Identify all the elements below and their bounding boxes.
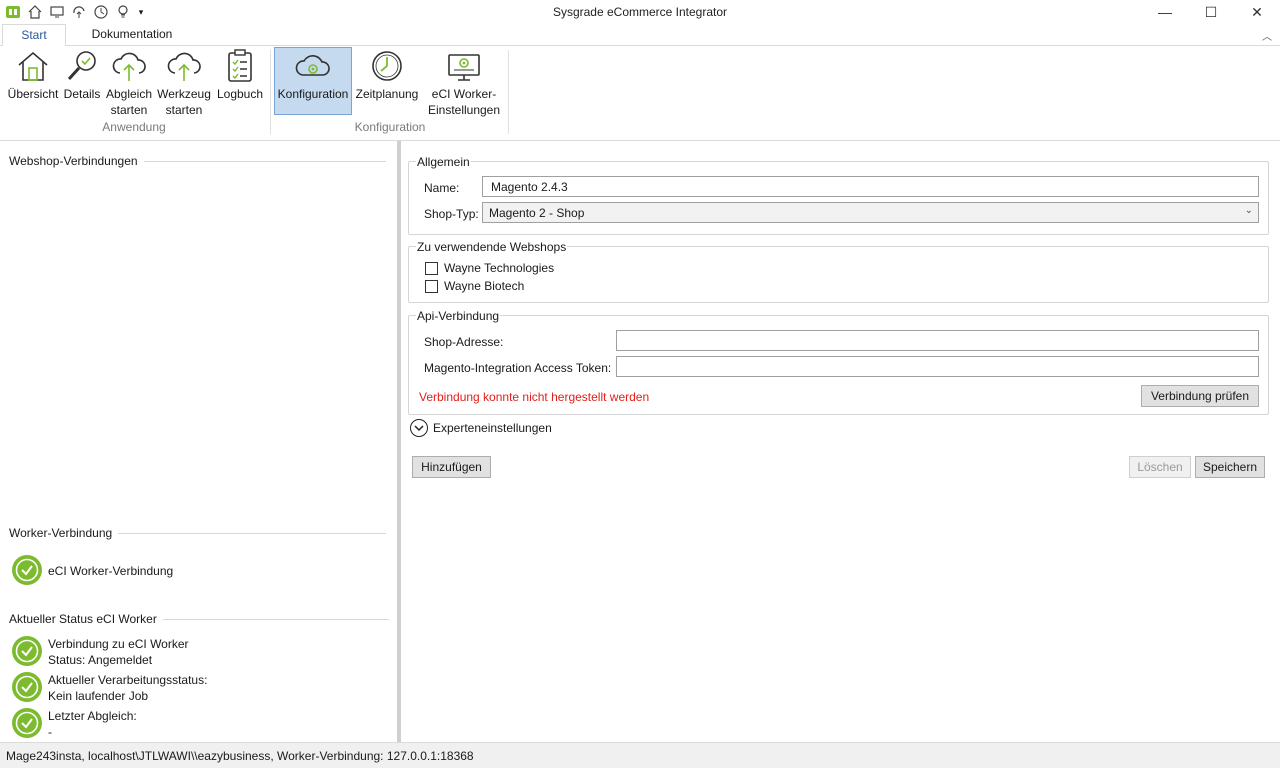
webshop-connections-header: Webshop-Verbindungen — [9, 154, 386, 168]
name-label: Name: — [424, 181, 460, 195]
access-token-label: Magento-Integration Access Token: — [424, 361, 612, 375]
group-label-configuration: Konfiguration — [354, 120, 426, 134]
monitor-gear-icon — [448, 54, 480, 81]
worker-connection-header: Worker-Verbindung — [9, 526, 387, 540]
minimize-button[interactable]: — — [1142, 0, 1188, 24]
overview-button[interactable]: Übersicht — [6, 48, 60, 114]
shop-type-label: Shop-Typ: — [424, 207, 479, 221]
window-title: Sysgrade eCommerce Integrator — [552, 5, 728, 19]
api-connection-group: Api-Verbindung Shop-Adresse: Magento-Int… — [408, 309, 1269, 415]
status-item-processing: Aktueller Verarbeitungsstatus: Kein lauf… — [11, 671, 207, 704]
access-token-input[interactable] — [616, 356, 1259, 377]
save-button[interactable]: Speichern — [1195, 456, 1265, 478]
ribbon-separator — [270, 50, 271, 134]
close-button[interactable]: ✕ — [1234, 0, 1280, 24]
test-connection-button[interactable]: Verbindung prüfen — [1141, 385, 1259, 407]
collapse-ribbon-icon[interactable]: ︿ — [1262, 28, 1272, 43]
webshop-option-wayne-technologies[interactable]: Wayne Technologies — [425, 261, 554, 275]
connection-error-message: Verbindung konnte nicht hergestellt werd… — [419, 390, 650, 404]
worker-status-header: Aktueller Status eCI Worker — [9, 612, 389, 626]
configuration-button[interactable]: Konfiguration — [274, 47, 352, 115]
cloud-gear-icon — [295, 55, 330, 76]
right-pane: Allgemein Name: Shop-Typ: Magento 2 - Sh… — [401, 141, 1280, 742]
expert-settings-expander[interactable]: Experteneinstellungen — [410, 419, 552, 437]
general-group: Allgemein Name: Shop-Typ: Magento 2 - Sh… — [408, 155, 1269, 235]
checkbox[interactable] — [425, 279, 438, 293]
ribbon-separator — [508, 50, 509, 134]
delete-button[interactable]: Löschen — [1129, 456, 1191, 478]
shop-address-label: Shop-Adresse: — [424, 335, 504, 349]
title-bar: ▾ Sysgrade eCommerce Integrator — ☐ ✕ — [0, 0, 1280, 24]
api-connection-group-title: Api-Verbindung — [416, 309, 501, 323]
status-item-connection: Verbindung zu eCI Worker Status: Angemel… — [11, 635, 189, 668]
webshops-group: Zu verwendende Webshops Wayne Technologi… — [408, 240, 1269, 303]
ribbon-tabs: Start Dokumentation ︿ — [0, 24, 1280, 47]
worker-settings-button[interactable]: eCI Worker- Einstellungen — [424, 48, 504, 117]
cloud-upload-icon — [112, 52, 146, 81]
cloud-upload-icon — [167, 52, 201, 81]
house-icon — [18, 51, 48, 81]
clock-icon — [372, 51, 402, 81]
checkbox[interactable] — [425, 261, 438, 275]
webshop-connections-list[interactable] — [9, 173, 386, 513]
clipboard-list-icon — [228, 49, 252, 82]
name-input[interactable] — [482, 176, 1259, 197]
worker-connection-status: eCI Worker-Verbindung — [11, 554, 173, 586]
shop-type-select[interactable]: Magento 2 - Shop ⌄ — [482, 202, 1259, 223]
status-item-last-sync: Letzter Abgleich: - — [11, 707, 137, 740]
start-sync-button[interactable]: Abgleich starten — [104, 48, 154, 117]
start-tool-button[interactable]: Werkzeug starten — [156, 48, 212, 117]
add-button[interactable]: Hinzufügen — [412, 456, 491, 478]
window-controls: — ☐ ✕ — [1142, 0, 1280, 24]
shop-address-input[interactable] — [616, 330, 1259, 351]
group-label-application: Anwendung — [102, 120, 166, 134]
check-circle-icon — [12, 555, 42, 585]
status-bar: Mage243insta, localhost\JTLWAWI\\eazybus… — [0, 742, 1280, 768]
left-pane: Webshop-Verbindungen Worker-Verbindung e… — [0, 141, 397, 742]
details-button[interactable]: Details — [62, 48, 102, 114]
webshops-group-title: Zu verwendende Webshops — [416, 240, 568, 254]
ribbon: Übersicht Details Abgleich starten Werkz… — [0, 46, 1280, 141]
schedule-button[interactable]: Zeitplanung — [354, 48, 420, 114]
check-circle-icon — [12, 708, 42, 738]
check-circle-icon — [12, 636, 42, 666]
general-group-title: Allgemein — [416, 155, 471, 169]
chevron-down-circle-icon — [410, 419, 428, 437]
webshop-option-wayne-biotech[interactable]: Wayne Biotech — [425, 279, 524, 293]
check-circle-icon — [12, 672, 42, 702]
maximize-button[interactable]: ☐ — [1188, 0, 1234, 24]
magnifier-check-icon — [67, 51, 96, 81]
tab-documentation[interactable]: Dokumentation — [86, 24, 178, 46]
tab-start[interactable]: Start — [2, 24, 66, 47]
logbook-button[interactable]: Logbuch — [214, 48, 266, 114]
chevron-down-icon: ⌄ — [1244, 205, 1253, 216]
